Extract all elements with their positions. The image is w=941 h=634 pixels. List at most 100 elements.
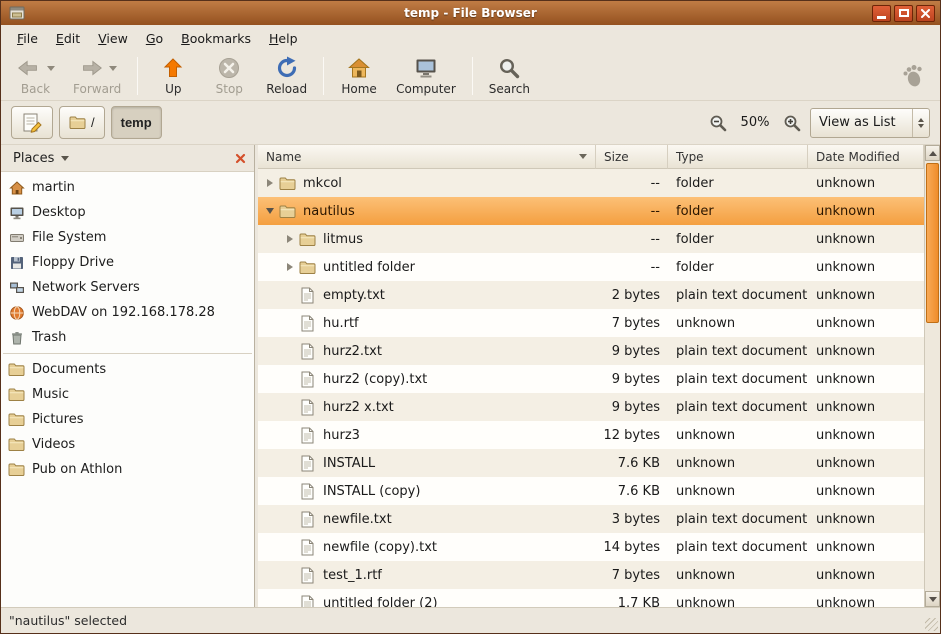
file-row-hurz2-txt[interactable]: hurz2.txt9 bytesplain text documentunkno… (258, 337, 924, 365)
column-header-name[interactable]: Name (258, 145, 596, 169)
sidebar-item-documents[interactable]: Documents (1, 357, 254, 382)
sidebar-item-martin[interactable]: martin (1, 175, 254, 200)
minimize-button[interactable] (872, 5, 891, 22)
menu-go[interactable]: Go (137, 27, 172, 50)
expanded-expander-icon[interactable] (262, 203, 278, 219)
file-name: hurz2.txt (323, 344, 382, 359)
menu-bookmarks[interactable]: Bookmarks (172, 27, 260, 50)
resize-grip[interactable] (925, 618, 938, 631)
forward-dropdown-icon[interactable] (109, 66, 117, 71)
file-row-untitled-folder-2[interactable]: untitled folder (2)1.7 KBunknownunknown (258, 589, 924, 607)
back-button[interactable]: Back (7, 53, 64, 99)
zoom-out-button[interactable] (705, 110, 731, 136)
file-type-cell: plain text document (668, 337, 808, 365)
edit-location-button[interactable] (11, 106, 53, 139)
file-row-litmus[interactable]: litmus--folderunknown (258, 225, 924, 253)
user-home-icon (8, 180, 25, 196)
zoom-in-button[interactable] (779, 110, 805, 136)
file-date-modified: unknown (816, 484, 875, 499)
sidebar-item-floppy-drive[interactable]: Floppy Drive (1, 250, 254, 275)
file-row-test-1-rtf[interactable]: test_1.rtf7 bytesunknownunknown (258, 561, 924, 589)
file-row-install[interactable]: INSTALL7.6 KBunknownunknown (258, 449, 924, 477)
path-root-button[interactable]: / (59, 106, 105, 139)
file-date-modified: unknown (816, 372, 875, 387)
scroll-down-button[interactable] (925, 591, 940, 607)
file-row-mkcol[interactable]: mkcol--folderunknown (258, 169, 924, 197)
toolbar-button-label: Reload (266, 82, 307, 96)
text-file-icon (298, 511, 317, 528)
file-row-hurz2-x-txt[interactable]: hurz2 x.txt9 bytesplain text documentunk… (258, 393, 924, 421)
sidebar-item-desktop[interactable]: Desktop (1, 200, 254, 225)
file-name-cell: untitled folder (2) (258, 589, 596, 607)
file-size: -- (651, 204, 660, 219)
text-file-icon (298, 539, 317, 556)
file-row-hurz3[interactable]: hurz312 bytesunknownunknown (258, 421, 924, 449)
collapsed-expander-icon[interactable] (282, 231, 298, 247)
collapsed-expander-icon[interactable] (282, 259, 298, 275)
places-selector[interactable]: Places (4, 148, 78, 169)
places-list: martin DesktopFile System Floppy Drive Netw… (1, 172, 254, 607)
sidebar-item-pictures[interactable]: Pictures (1, 407, 254, 432)
path-current-button[interactable]: temp (111, 106, 162, 139)
scrollbar-thumb[interactable] (926, 163, 939, 323)
file-row-nautilus[interactable]: nautilus--folderunknown (258, 197, 924, 225)
sidebar-item-webdav-on-192-168-178-28[interactable]: WebDAV on 192.168.178.28 (1, 300, 254, 325)
sidebar-item-music[interactable]: Music (1, 382, 254, 407)
file-row-hu-rtf[interactable]: hu.rtf7 bytesunknownunknown (258, 309, 924, 337)
file-row-newfile-txt[interactable]: newfile.txt3 bytesplain text documentunk… (258, 505, 924, 533)
computer-button[interactable]: Computer (387, 53, 465, 99)
expander-spacer (282, 399, 298, 415)
file-date-modified: unknown (816, 232, 875, 247)
expander-spacer (282, 567, 298, 583)
sidebar-item-trash[interactable]: Trash (1, 325, 254, 350)
file-row-newfile-copy-txt[interactable]: newfile (copy).txt14 bytesplain text doc… (258, 533, 924, 561)
sort-indicator-icon (579, 154, 587, 159)
titlebar[interactable]: temp - File Browser (1, 1, 940, 25)
column-header-type[interactable]: Type (668, 145, 808, 169)
file-row-install-copy[interactable]: INSTALL (copy)7.6 KBunknownunknown (258, 477, 924, 505)
reload-button[interactable]: Reload (257, 53, 316, 99)
stop-button[interactable]: Stop (201, 53, 257, 99)
file-row-untitled-folder[interactable]: untitled folder--folderunknown (258, 253, 924, 281)
forward-button[interactable]: Forward (64, 53, 130, 99)
sidebar-item-network-servers[interactable]: Network Servers (1, 275, 254, 300)
maximize-button[interactable] (894, 5, 913, 22)
file-name-cell: hurz2 x.txt (258, 393, 596, 421)
vertical-scrollbar[interactable] (924, 145, 940, 607)
arrow-up-icon (929, 151, 937, 156)
sidebar-item-label: Floppy Drive (32, 255, 114, 270)
file-type-cell: unknown (668, 589, 808, 607)
sidebar-item-pub-on-athlon[interactable]: Pub on Athlon (1, 457, 254, 482)
close-button[interactable] (916, 5, 935, 22)
menu-file[interactable]: File (8, 27, 47, 50)
file-name-cell: newfile.txt (258, 505, 596, 533)
sidebar-item-file-system[interactable]: File System (1, 225, 254, 250)
scroll-up-button[interactable] (925, 145, 940, 161)
up-button[interactable]: Up (145, 53, 201, 99)
sidebar-item-label: martin (32, 180, 75, 195)
folder-icon (8, 412, 25, 427)
sidebar-close-button[interactable] (235, 153, 246, 164)
view-as-combo[interactable]: View as List (810, 108, 930, 138)
path-current-label: temp (121, 115, 152, 130)
search-button[interactable]: Search (480, 53, 539, 99)
collapsed-expander-icon[interactable] (262, 175, 278, 191)
back-dropdown-icon[interactable] (47, 66, 55, 71)
arrow-down-icon (929, 597, 937, 602)
file-date-modified: unknown (816, 540, 875, 555)
column-header-date-modified[interactable]: Date Modified (808, 145, 924, 169)
home-button[interactable]: Home (331, 53, 387, 99)
column-header-size[interactable]: Size (596, 145, 668, 169)
scrollbar-track[interactable] (925, 161, 940, 591)
maximize-icon (899, 9, 909, 17)
text-file-icon (298, 287, 317, 304)
file-list: mkcol--folderunknownnautilus--folderunkn… (258, 169, 924, 607)
menubar: FileEditViewGoBookmarksHelp (1, 25, 940, 51)
expander-spacer (282, 371, 298, 387)
file-row-empty-txt[interactable]: empty.txt2 bytesplain text documentunkno… (258, 281, 924, 309)
menu-help[interactable]: Help (260, 27, 307, 50)
menu-view[interactable]: View (89, 27, 137, 50)
file-row-hurz2-copy-txt[interactable]: hurz2 (copy).txt9 bytesplain text docume… (258, 365, 924, 393)
sidebar-item-videos[interactable]: Videos (1, 432, 254, 457)
menu-edit[interactable]: Edit (47, 27, 89, 50)
